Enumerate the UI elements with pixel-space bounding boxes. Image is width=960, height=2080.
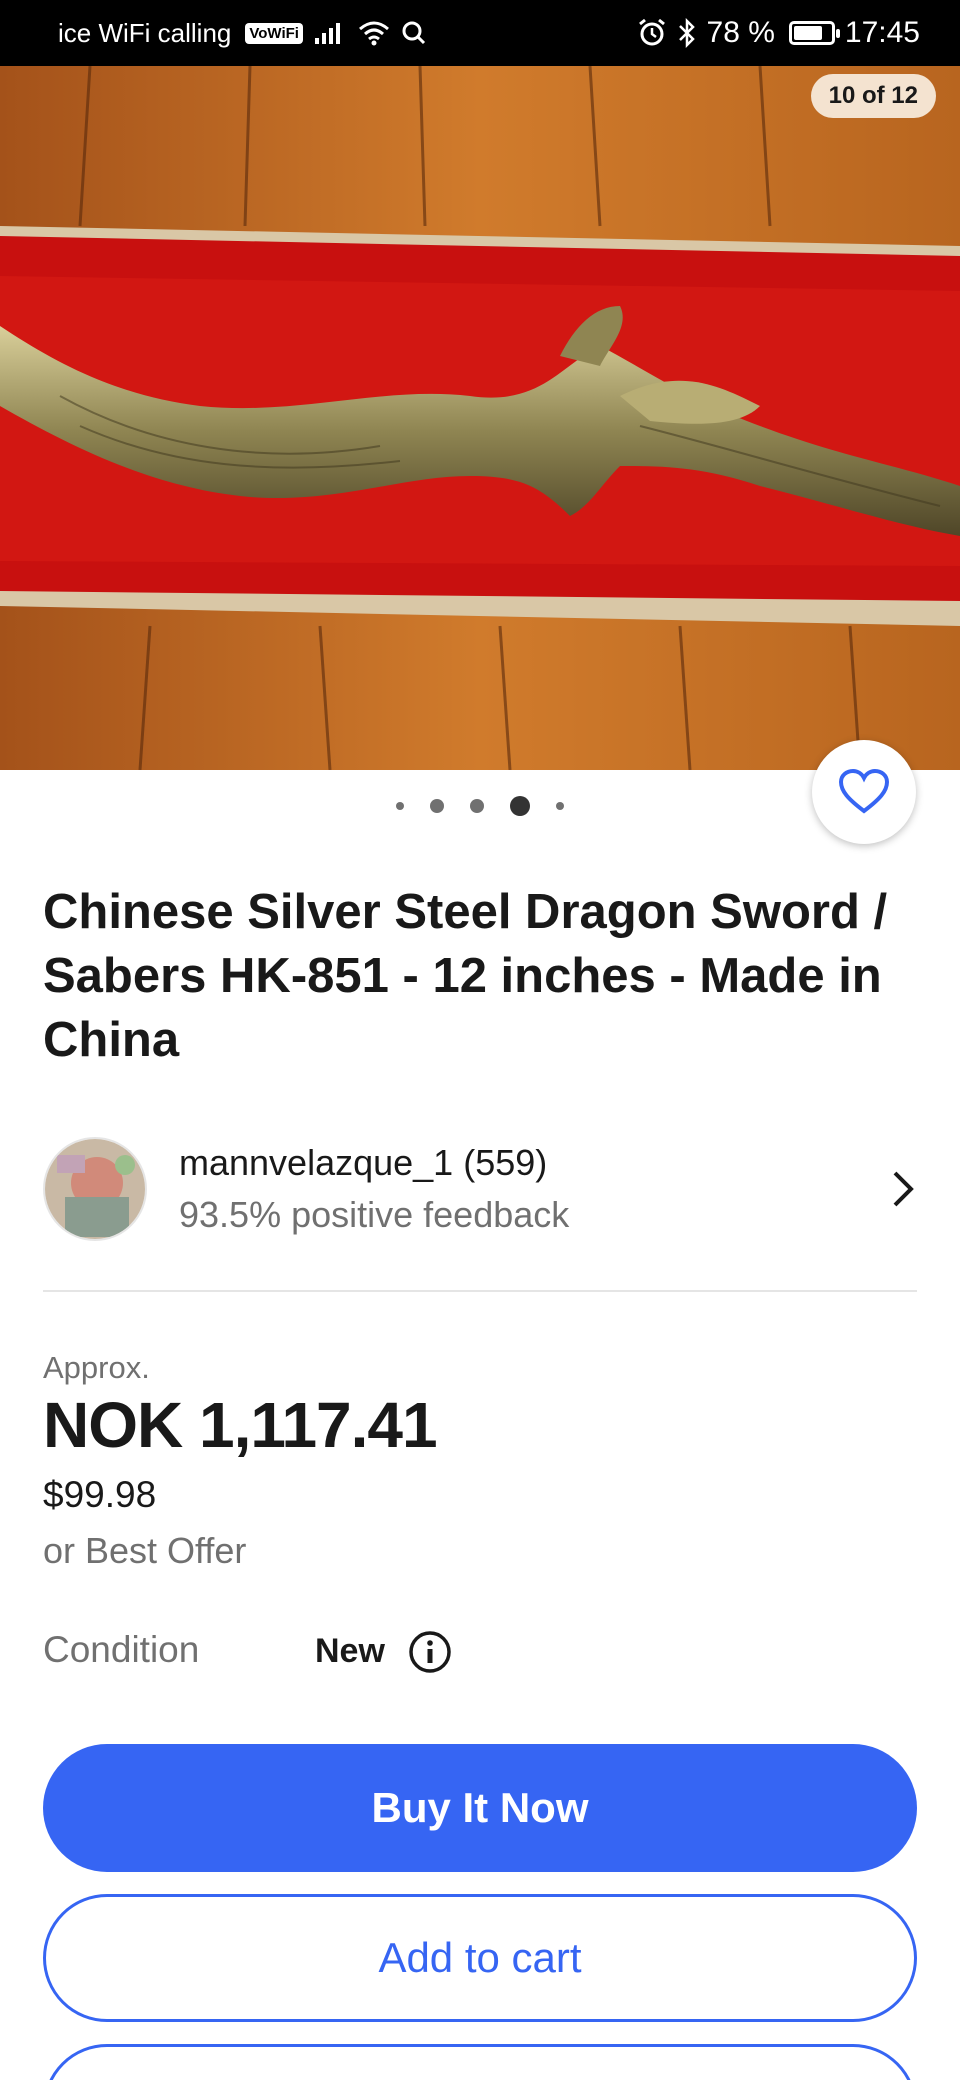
dragon-sword-photo: [0, 66, 960, 770]
add-to-cart-button[interactable]: Add to cart: [43, 1894, 917, 2022]
buy-it-now-button[interactable]: Buy It Now: [43, 1744, 917, 1872]
battery-percent: 78 %: [706, 16, 775, 49]
seller-name: mannvelazque_1 (559): [179, 1142, 548, 1183]
image-pagination-dots: [0, 796, 960, 816]
watch-heart-button[interactable]: [812, 740, 916, 844]
pagination-dot: [396, 802, 404, 810]
seller-feedback: 93.5% positive feedback: [179, 1194, 570, 1235]
status-bar: ice WiFi calling VoWiFi 78 % 17:45: [0, 0, 960, 66]
search-icon: [402, 21, 426, 45]
pagination-dot-active: [510, 796, 530, 816]
pagination-dot: [470, 799, 484, 813]
condition-label: Condition: [43, 1629, 200, 1670]
pagination-dot: [430, 799, 444, 813]
clock: 17:45: [844, 16, 920, 49]
listing-title: Chinese Silver Steel Dragon Sword / Sabe…: [43, 885, 888, 1067]
seller-row[interactable]: mannvelazque_1 (559) 93.5% positive feed…: [43, 1132, 917, 1246]
alarm-icon: [638, 18, 665, 46]
best-offer-label: or Best Offer: [43, 1530, 247, 1571]
bluetooth-icon: [678, 18, 695, 48]
divider: [43, 1290, 917, 1292]
make-offer-button[interactable]: [43, 2044, 917, 2080]
listing-image[interactable]: 10 of 12: [0, 66, 960, 770]
info-icon[interactable]: [408, 1630, 452, 1674]
image-counter-badge: 10 of 12: [810, 74, 936, 118]
condition-value: New: [315, 1632, 385, 1670]
carrier-label: ice WiFi calling: [58, 17, 232, 48]
usd-price: $99.98: [43, 1474, 157, 1515]
price: NOK 1,117.41: [43, 1389, 438, 1461]
battery-icon: [788, 21, 840, 45]
vowifi-badge: VoWiFi: [245, 22, 303, 44]
approx-label: Approx.: [43, 1350, 150, 1385]
chevron-right-icon: [893, 1171, 914, 1207]
wifi-icon: [358, 21, 389, 46]
signal-icon: [314, 23, 340, 44]
seller-avatar: [43, 1137, 147, 1241]
pagination-dot: [556, 802, 564, 810]
